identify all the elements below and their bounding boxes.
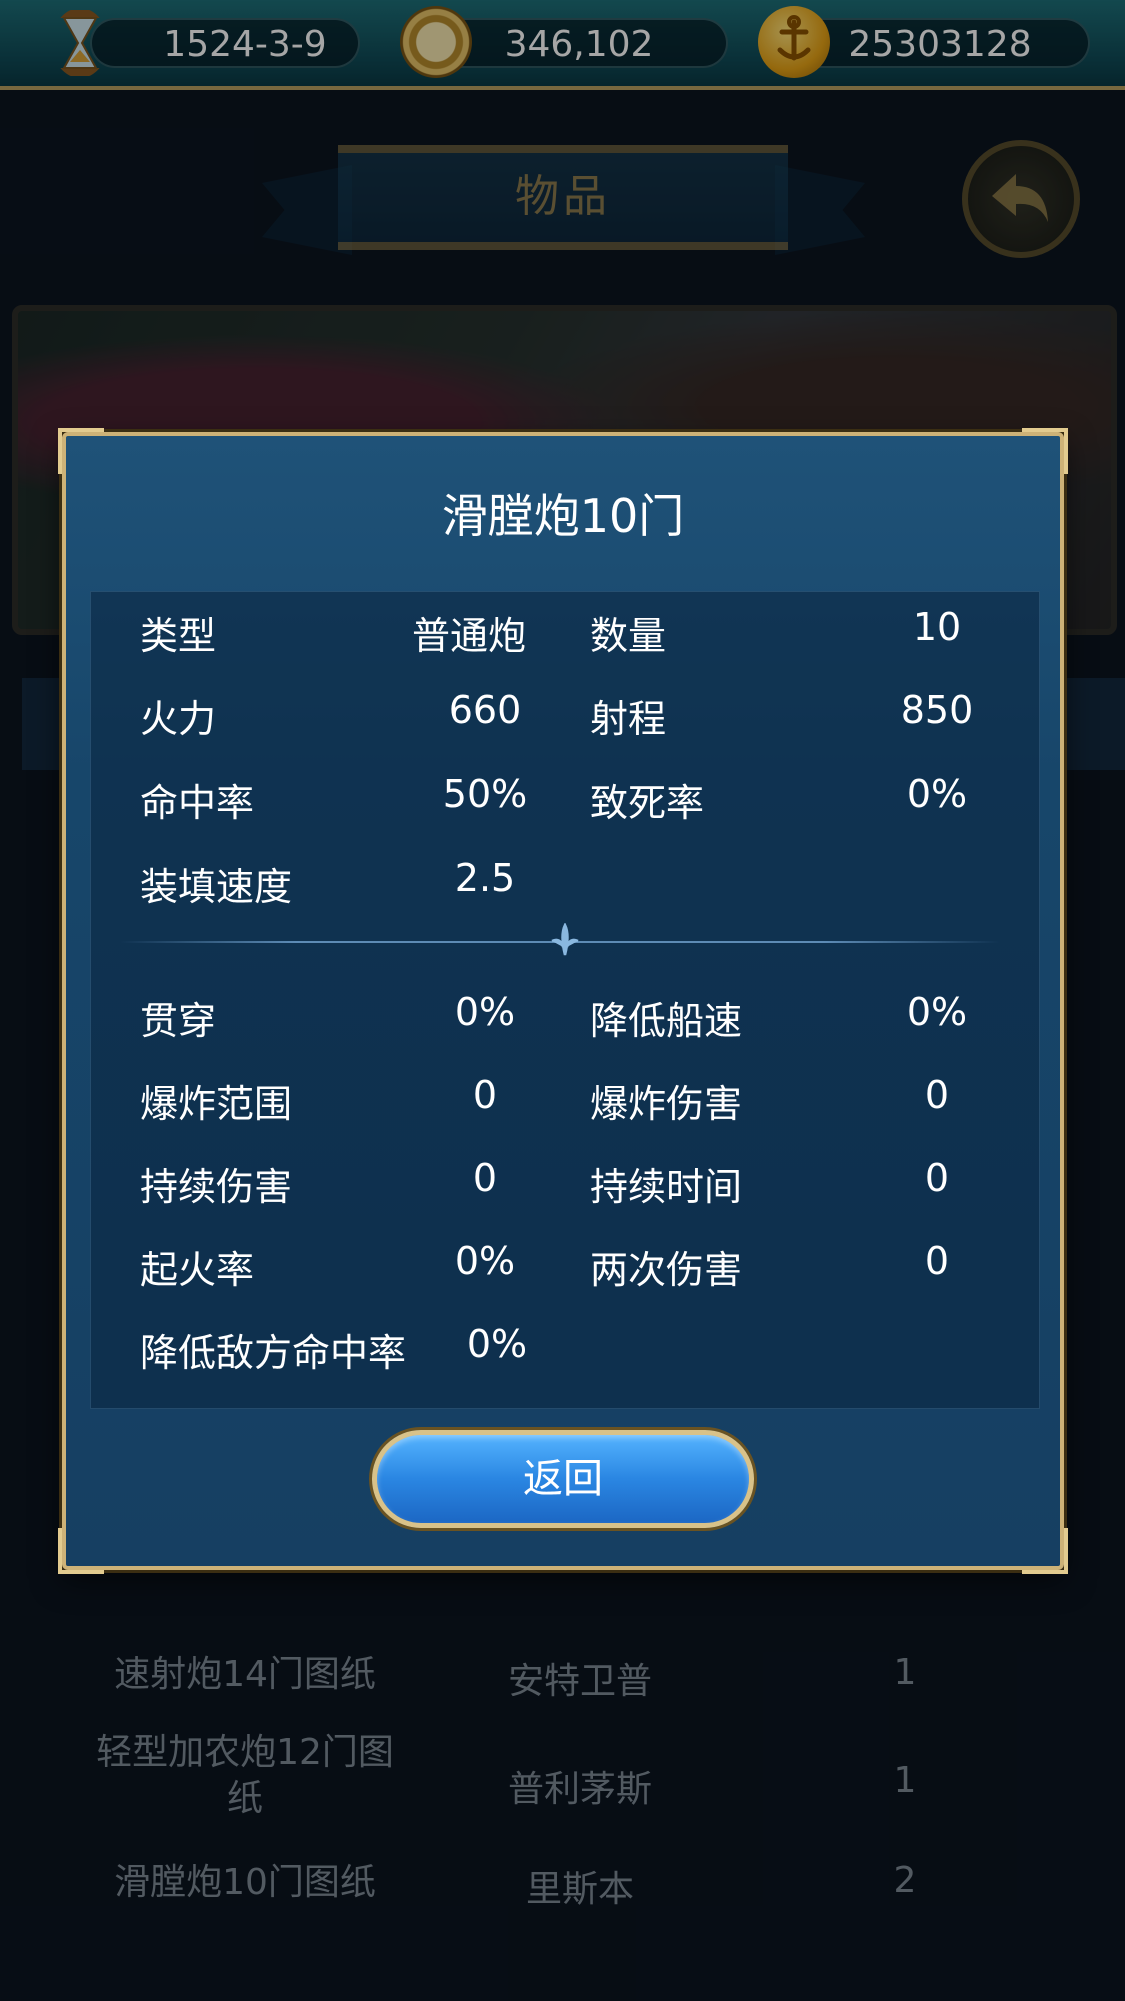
stat-label-slow: 降低船速 (590, 999, 743, 1043)
stat-value-type: 普通炮 (412, 614, 527, 658)
dialog-title: 滑膛炮10门 (441, 489, 685, 543)
stat-label-reload: 装填速度 (140, 865, 293, 909)
corner-ornament (58, 1528, 104, 1574)
stat-label-ignite: 起火率 (140, 1248, 255, 1292)
stat-label-reduce-hit: 降低敌方命中率 (140, 1331, 407, 1375)
stat-value-blast-damage: 0 (924, 1073, 950, 1117)
stat-label-dot: 持续伤害 (140, 1165, 293, 1209)
corner-ornament (1022, 1528, 1068, 1574)
stat-value-reduce-hit: 0% (466, 1322, 528, 1366)
corner-ornament (1022, 428, 1068, 474)
fleur-ornament-icon (551, 923, 579, 956)
stat-value-pierce: 0% (454, 990, 516, 1034)
stat-label-range: 射程 (590, 697, 667, 741)
stat-value-reload: 2.5 (454, 856, 516, 900)
stat-value-range: 850 (900, 688, 974, 732)
stat-label-quantity: 数量 (590, 614, 667, 658)
corner-ornament (58, 428, 104, 474)
stat-value-double: 0 (924, 1239, 950, 1283)
stat-label-type: 类型 (140, 614, 217, 658)
stat-label-blast-range: 爆炸范围 (140, 1082, 293, 1126)
stat-value-quantity: 10 (912, 605, 962, 649)
stat-value-accuracy: 50% (442, 772, 528, 816)
stat-label-double: 两次伤害 (590, 1248, 743, 1292)
stat-value-ignite: 0% (454, 1239, 516, 1283)
stat-value-firepower: 660 (448, 688, 522, 732)
stat-value-blast-range: 0 (472, 1073, 498, 1117)
stat-value-lethality: 0% (906, 772, 968, 816)
stat-label-accuracy: 命中率 (140, 781, 255, 825)
stat-label-duration: 持续时间 (590, 1165, 743, 1209)
stat-label-blast-damage: 爆炸伤害 (590, 1082, 743, 1126)
stat-value-dot: 0 (472, 1156, 498, 1200)
stat-label-pierce: 贯穿 (140, 999, 217, 1043)
return-button-label: 返回 (523, 1456, 603, 1502)
stat-value-duration: 0 (924, 1156, 950, 1200)
stat-label-lethality: 致死率 (590, 781, 705, 825)
return-button[interactable]: 返回 (372, 1430, 754, 1528)
stat-value-slow: 0% (906, 990, 968, 1034)
stat-label-firepower: 火力 (140, 697, 217, 741)
